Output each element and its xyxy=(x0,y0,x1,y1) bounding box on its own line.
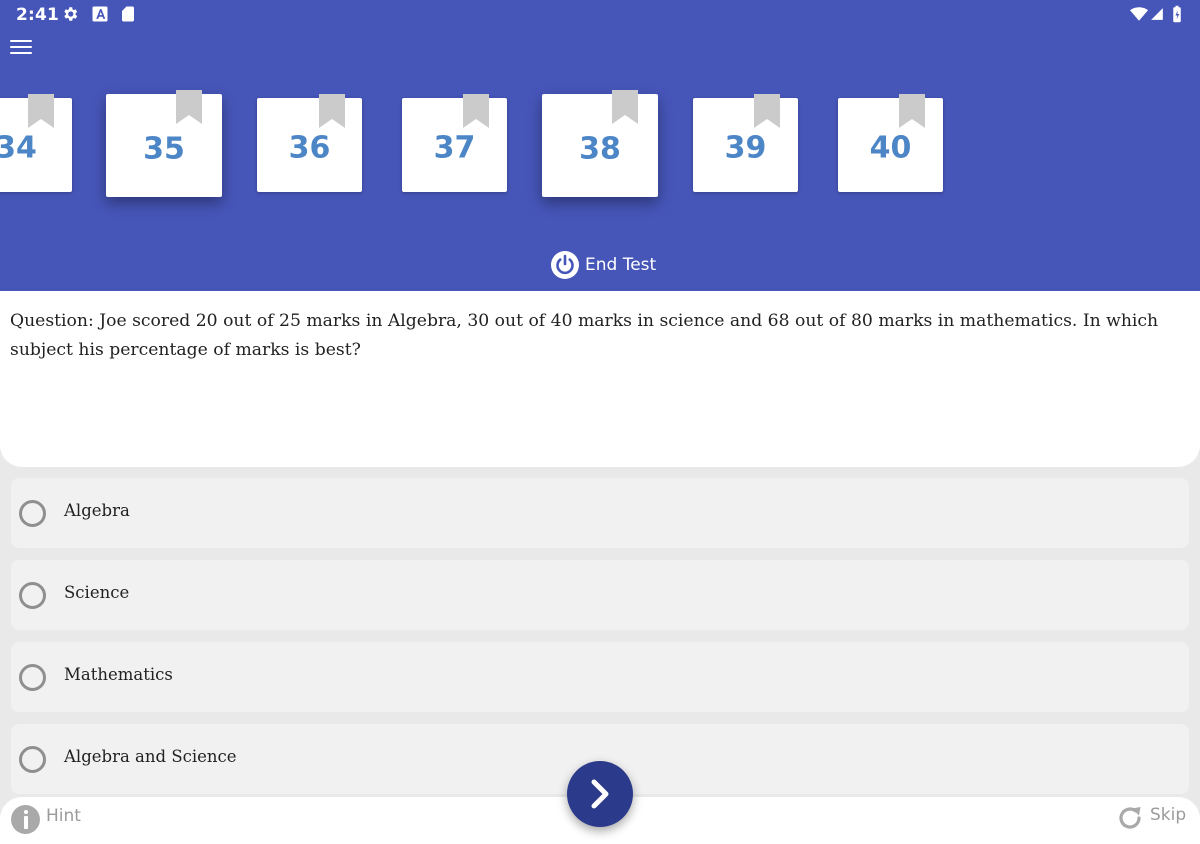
next-question-button[interactable] xyxy=(567,761,633,827)
option-label: Algebra and Science xyxy=(64,747,237,766)
question-number-card[interactable]: 37 xyxy=(402,94,507,192)
bookmark-icon[interactable] xyxy=(463,94,489,128)
a-box-icon xyxy=(92,6,108,22)
question-text: Question: Joe scored 20 out of 25 marks … xyxy=(10,311,1159,360)
bookmark-icon[interactable] xyxy=(899,94,925,128)
status-bar: 2:41 xyxy=(0,0,1200,30)
radio-button[interactable] xyxy=(19,500,46,527)
gear-icon xyxy=(64,7,78,21)
hint-button[interactable]: Hint xyxy=(11,805,81,834)
question-number: 35 xyxy=(143,130,185,166)
bookmark-icon[interactable] xyxy=(28,94,54,128)
answer-option[interactable]: Mathematics xyxy=(11,642,1189,712)
skip-label: Skip xyxy=(1150,805,1187,825)
chevron-right-icon xyxy=(591,779,609,809)
wifi-icon xyxy=(1130,7,1148,21)
question-number: 37 xyxy=(433,130,476,166)
question-number: 34 xyxy=(0,130,37,166)
info-icon xyxy=(11,805,40,834)
question-number-card[interactable]: 34 xyxy=(0,94,72,192)
question-number-card[interactable]: 35 xyxy=(106,90,222,197)
answer-option[interactable]: Algebra xyxy=(11,478,1189,548)
question-number-card[interactable]: 36 xyxy=(257,94,362,192)
question-number: 38 xyxy=(579,130,621,166)
option-label: Science xyxy=(64,583,130,602)
signal-icon xyxy=(1151,8,1163,20)
question-number: 36 xyxy=(288,130,331,166)
bookmark-icon[interactable] xyxy=(612,90,638,124)
status-time: 2:41 xyxy=(16,5,60,25)
bookmark-icon[interactable] xyxy=(176,90,202,124)
skip-arrow-icon xyxy=(1119,807,1141,829)
question-number-card[interactable]: 39 xyxy=(693,94,798,192)
radio-button[interactable] xyxy=(19,582,46,609)
hint-label: Hint xyxy=(46,805,81,826)
radio-button[interactable] xyxy=(19,664,46,691)
menu-icon[interactable] xyxy=(10,40,32,58)
question-number-card[interactable]: 38 xyxy=(542,90,658,197)
radio-button[interactable] xyxy=(19,746,46,773)
question-number: 39 xyxy=(724,130,767,166)
question-number: 40 xyxy=(869,130,912,166)
option-label: Algebra xyxy=(64,501,130,520)
battery-icon xyxy=(1173,5,1181,23)
skip-button[interactable]: Skip xyxy=(1117,805,1186,833)
power-icon xyxy=(551,251,579,279)
answer-option[interactable]: Science xyxy=(11,560,1189,630)
question-number-card[interactable]: 40 xyxy=(838,94,943,192)
end-test-label: End Test xyxy=(585,255,657,275)
bookmark-icon[interactable] xyxy=(319,94,345,128)
sd-card-icon xyxy=(122,6,134,22)
option-label: Mathematics xyxy=(64,665,173,684)
bookmark-icon[interactable] xyxy=(754,94,780,128)
question-panel: Question: Joe scored 20 out of 25 marks … xyxy=(0,291,1200,467)
end-test-button[interactable]: End Test xyxy=(551,250,656,280)
